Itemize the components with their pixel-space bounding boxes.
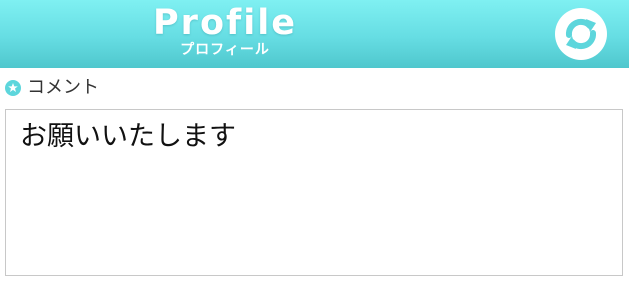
comment-section-label: コメント [5,77,99,99]
refresh-button[interactable] [555,8,607,60]
page-title: Profile [153,3,297,43]
page-subtitle: プロフィール [180,42,270,58]
star-icon [5,80,21,96]
header-bar: Profile プロフィール [0,0,629,68]
comment-label: コメント [27,77,99,98]
comment-field[interactable]: お願いいたします [5,109,623,276]
profile-page: Profile プロフィール コメント お願いいたします [0,0,629,284]
refresh-icon [565,18,597,50]
